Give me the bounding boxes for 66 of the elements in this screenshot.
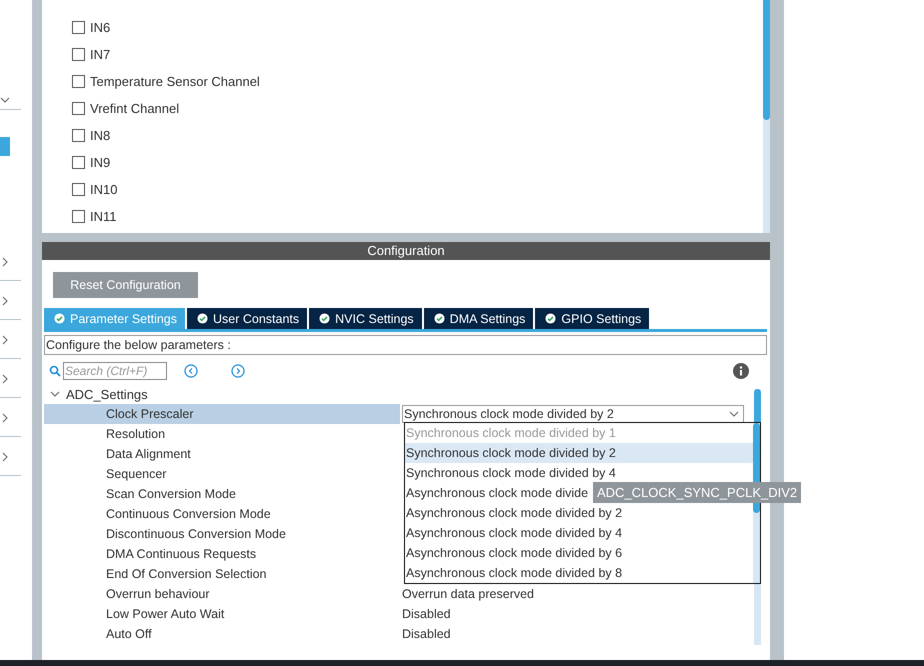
check-circle-icon	[197, 313, 208, 324]
chevron-right-icon[interactable]	[0, 296, 10, 306]
checkbox[interactable]	[72, 210, 85, 223]
parameter-value: Overrun data preserved	[402, 587, 534, 601]
parameter-label[interactable]: Resolution	[44, 424, 400, 444]
tab[interactable]: NVIC Settings	[309, 308, 422, 329]
parameter-value: Disabled	[402, 607, 451, 621]
chevron-right-icon[interactable]	[0, 412, 10, 422]
check-circle-icon	[54, 313, 65, 324]
channel-label: IN10	[90, 182, 118, 197]
checkbox[interactable]	[72, 102, 85, 115]
tooltip: ADC_CLOCK_SYNC_PCLK_DIV2	[593, 482, 802, 503]
dropdown-option[interactable]: Asynchronous clock mode divided by 8	[405, 563, 753, 583]
dropdown-option[interactable]: Asynchronous clock mode divided by 2	[405, 503, 753, 523]
dropdown-option[interactable]: Synchronous clock mode divided by 4	[405, 463, 753, 483]
checkbox[interactable]	[72, 21, 85, 34]
chevron-right-icon[interactable]	[0, 374, 10, 384]
search-icon	[49, 365, 61, 377]
parameter-label[interactable]: Sequencer	[44, 464, 400, 484]
parameter-label[interactable]: End Of Conversion Selection	[44, 564, 400, 584]
tab[interactable]: User Constants	[187, 308, 308, 329]
check-circle-icon	[434, 313, 445, 324]
channel-label: IN11	[90, 209, 116, 224]
parameter-label[interactable]: DMA Continuous Requests	[44, 544, 400, 564]
scrollbar[interactable]	[763, 0, 770, 233]
parameter-label[interactable]: Low Power Auto Wait	[44, 604, 400, 624]
checkbox[interactable]	[72, 129, 85, 142]
check-circle-icon	[545, 313, 556, 324]
channel-label: Temperature Sensor Channel	[90, 74, 260, 89]
channel-label: Vrefint Channel	[90, 101, 180, 116]
parameter-label[interactable]: Scan Conversion Mode	[44, 484, 400, 504]
hint-field: Configure the below parameters :	[44, 335, 767, 355]
parameter-label[interactable]: Data Alignment	[44, 444, 400, 464]
chevron-right-icon[interactable]	[0, 452, 10, 462]
caret-icon	[729, 409, 739, 419]
parameter-label[interactable]: Overrun behaviour	[44, 584, 400, 604]
dropdown-option[interactable]: Asynchronous clock mode divided by 6	[405, 543, 753, 563]
channel-label: IN9	[90, 155, 110, 170]
channel-label: IN7	[90, 47, 110, 62]
dropdown-option[interactable]: Synchronous clock mode divided by 2	[405, 443, 753, 463]
check-circle-icon	[319, 313, 330, 324]
info-icon[interactable]	[733, 363, 749, 379]
checkbox[interactable]	[72, 75, 85, 88]
tab[interactable]: DMA Settings	[424, 308, 534, 329]
dropdown-option[interactable]: Asynchronous clock mode divided by 4	[405, 523, 753, 543]
parameter-label[interactable]: Discontinuous Conversion Mode	[44, 524, 400, 544]
checkbox[interactable]	[72, 156, 85, 169]
channel-label: IN6	[90, 20, 110, 35]
chevron-right-icon[interactable]	[0, 334, 10, 344]
previous-icon[interactable]	[184, 364, 198, 378]
parameter-value: Disabled	[402, 627, 451, 641]
checkbox[interactable]	[72, 183, 85, 196]
next-icon[interactable]	[231, 364, 245, 378]
channel-label: IN8	[90, 128, 110, 143]
parameter-label[interactable]: Continuous Conversion Mode	[44, 504, 400, 524]
checkbox[interactable]	[72, 48, 85, 61]
chevron-down-icon[interactable]	[50, 389, 60, 399]
chevron-right-icon[interactable]	[0, 256, 10, 266]
panel-title: Configuration	[42, 242, 770, 260]
group-label: ADC_Settings	[66, 386, 148, 402]
parameter-label[interactable]: Auto Off	[44, 624, 400, 644]
selection-marker	[0, 137, 10, 156]
tab[interactable]: GPIO Settings	[535, 308, 650, 329]
chevron-down-icon[interactable]	[0, 95, 10, 105]
parameter-label[interactable]: Clock Prescaler	[44, 404, 400, 424]
search-field[interactable]: Search (Ctrl+F)	[63, 362, 167, 380]
